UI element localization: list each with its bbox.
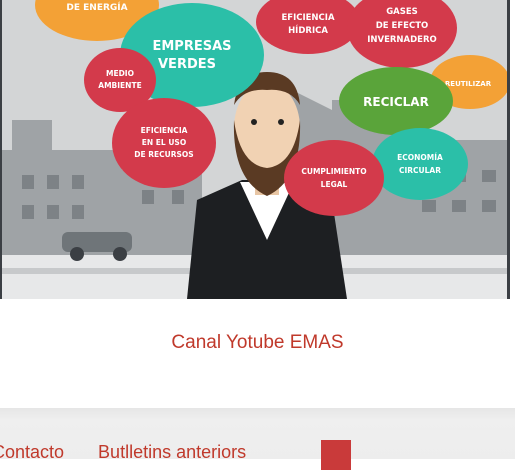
svg-text:REUTILIZAR: REUTILIZAR — [445, 80, 492, 88]
youtube-channel-link[interactable]: Canal Yotube EMAS — [0, 332, 515, 354]
svg-text:CIRCULAR: CIRCULAR — [399, 166, 441, 175]
svg-text:EMPRESAS: EMPRESAS — [152, 39, 231, 54]
svg-text:AMBIENTE: AMBIENTE — [98, 81, 141, 90]
bubble-economia-circular: ECONOMÍA CIRCULAR — [372, 128, 468, 200]
svg-text:EFICIENCIA: EFICIENCIA — [141, 126, 188, 135]
previous-newsletters-link[interactable]: Butlletins anteriors — [98, 442, 246, 462]
contact-link[interactable]: Contacto — [0, 442, 64, 462]
svg-text:LEGAL: LEGAL — [321, 180, 348, 189]
svg-text:GASES: GASES — [386, 7, 418, 17]
svg-text:CUMPLIMIENTO: CUMPLIMIENTO — [301, 167, 366, 176]
scroll-to-top-button[interactable] — [321, 440, 351, 470]
svg-text:DE EFECTO: DE EFECTO — [376, 21, 429, 31]
svg-text:EN EL USO: EN EL USO — [142, 138, 186, 147]
bubble-reciclar: RECICLAR — [339, 67, 453, 135]
video-illustration: DE ENERGÍA EFICIENCIA HÍDRICA GASES DE E… — [2, 0, 507, 299]
bubble-cumplimiento-legal: CUMPLIMIENTO LEGAL — [284, 140, 384, 216]
svg-text:VERDES: VERDES — [158, 57, 216, 72]
svg-text:MEDIO: MEDIO — [106, 69, 134, 78]
svg-text:EFICIENCIA: EFICIENCIA — [281, 13, 334, 23]
svg-text:DE RECURSOS: DE RECURSOS — [134, 150, 193, 159]
bubble-eficiencia-recursos: EFICIENCIA EN EL USO DE RECURSOS — [112, 98, 216, 188]
footer-nav: Contacto Butlletins anteriors — [0, 442, 246, 462]
svg-text:RECICLAR: RECICLAR — [363, 95, 429, 109]
svg-text:ECONOMÍA: ECONOMÍA — [397, 153, 443, 162]
svg-text:INVERNADERO: INVERNADERO — [367, 35, 437, 45]
svg-text:DE ENERGÍA: DE ENERGÍA — [66, 1, 127, 13]
svg-text:HÍDRICA: HÍDRICA — [288, 24, 328, 36]
video-thumbnail[interactable]: DE ENERGÍA EFICIENCIA HÍDRICA GASES DE E… — [0, 0, 510, 299]
